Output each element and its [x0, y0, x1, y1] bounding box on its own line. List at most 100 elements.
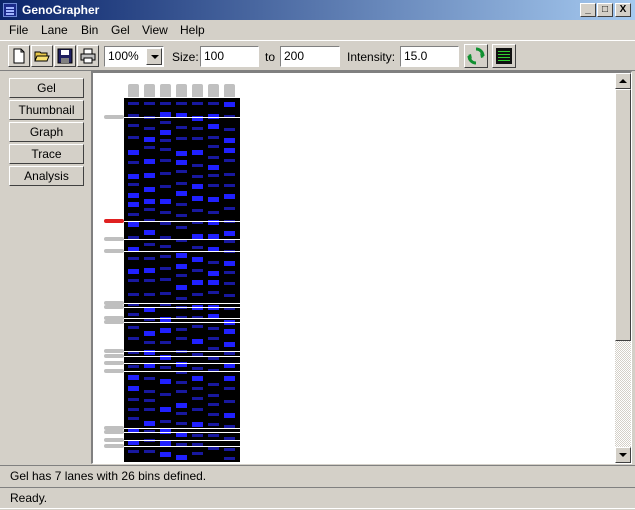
gel-band: [160, 341, 171, 344]
bin-line[interactable]: [124, 221, 240, 222]
vertical-scrollbar[interactable]: [615, 73, 631, 463]
size-label: Size:: [172, 50, 199, 64]
gel-band: [224, 240, 235, 243]
menu-help[interactable]: Help: [180, 23, 205, 37]
scroll-up-button[interactable]: [615, 73, 631, 89]
nav-thumbnail-button[interactable]: Thumbnail: [9, 100, 84, 120]
selected-bin-marker[interactable]: [104, 219, 124, 223]
menu-file[interactable]: File: [9, 23, 28, 37]
bin-line[interactable]: [124, 307, 240, 308]
bin-line[interactable]: [124, 239, 240, 240]
gel-band: [224, 400, 235, 403]
bin-line[interactable]: [124, 363, 240, 364]
lane-header[interactable]: [144, 84, 155, 97]
bin-marker[interactable]: [104, 369, 124, 373]
gel-band: [224, 342, 235, 347]
gel-band: [128, 417, 139, 420]
nav-gel-button[interactable]: Gel: [9, 78, 84, 98]
chevron-down-icon[interactable]: [146, 48, 162, 65]
bin-marker[interactable]: [104, 444, 124, 448]
gel-band: [160, 407, 171, 412]
bin-line[interactable]: [124, 303, 240, 304]
gel-band: [144, 257, 155, 260]
lane-header[interactable]: [224, 84, 235, 97]
bin-marker[interactable]: [104, 361, 124, 365]
gel-band: [208, 271, 219, 276]
scroll-down-button[interactable]: [615, 447, 631, 463]
bin-marker[interactable]: [104, 349, 124, 353]
gel-band: [224, 448, 235, 451]
intensity-input[interactable]: 15.0: [400, 46, 459, 67]
bin-marker[interactable]: [104, 354, 124, 358]
save-disk-icon: [57, 48, 73, 64]
gel-band: [160, 379, 171, 384]
bin-marker[interactable]: [104, 320, 124, 324]
gel-band: [224, 271, 235, 274]
maximize-button[interactable]: □: [597, 3, 613, 17]
menu-gel[interactable]: Gel: [111, 23, 130, 37]
refresh-button[interactable]: [464, 44, 488, 68]
zoom-select[interactable]: 100%: [104, 46, 164, 67]
gel-band: [192, 257, 203, 262]
open-button[interactable]: [31, 45, 53, 67]
gel-band: [192, 408, 203, 411]
gel-band: [208, 261, 219, 264]
gel-view-button[interactable]: [492, 44, 516, 68]
nav-graph-button[interactable]: Graph: [9, 122, 84, 142]
size-to-input[interactable]: 200: [280, 46, 340, 67]
lane-header[interactable]: [208, 84, 219, 97]
gel-band: [192, 293, 203, 296]
gel-band: [192, 376, 203, 381]
bin-line[interactable]: [124, 322, 240, 323]
bin-marker[interactable]: [104, 305, 124, 309]
bin-marker[interactable]: [104, 249, 124, 253]
zoom-value: 100%: [108, 49, 139, 63]
lane-header[interactable]: [192, 84, 203, 97]
save-button[interactable]: [54, 45, 76, 67]
lane-header[interactable]: [128, 84, 139, 97]
gel-image[interactable]: [124, 98, 240, 462]
print-button[interactable]: [77, 45, 99, 67]
gel-band: [160, 139, 171, 142]
gel-band: [128, 193, 139, 198]
minimize-button[interactable]: _: [580, 3, 596, 17]
menu-view[interactable]: View: [142, 23, 168, 37]
menu-bin[interactable]: Bin: [81, 23, 98, 37]
bin-line[interactable]: [124, 356, 240, 357]
size-from-input[interactable]: 100: [200, 46, 259, 67]
new-button[interactable]: [8, 45, 30, 67]
gel-band: [176, 403, 187, 408]
lane-header[interactable]: [160, 84, 171, 97]
nav-analysis-button[interactable]: Analysis: [9, 166, 84, 186]
bin-marker[interactable]: [104, 430, 124, 434]
menu-lane[interactable]: Lane: [41, 23, 68, 37]
gel-band: [176, 297, 187, 300]
nav-trace-button[interactable]: Trace: [9, 144, 84, 164]
bin-line[interactable]: [124, 251, 240, 252]
lane-header[interactable]: [176, 84, 187, 97]
bin-marker[interactable]: [104, 438, 124, 442]
gel-band: [160, 172, 171, 175]
gel-band: [224, 376, 235, 381]
gel-band: [160, 211, 171, 214]
bin-line[interactable]: [124, 371, 240, 372]
close-button[interactable]: X: [615, 3, 631, 17]
gel-band: [144, 450, 155, 453]
open-folder-icon: [34, 51, 50, 62]
bin-line[interactable]: [124, 432, 240, 433]
gel-band: [160, 420, 171, 423]
scroll-thumb[interactable]: [615, 89, 631, 341]
bin-line[interactable]: [124, 351, 240, 352]
bin-marker[interactable]: [104, 115, 124, 119]
bin-line[interactable]: [124, 318, 240, 319]
bin-line[interactable]: [124, 117, 240, 118]
print-icon: [80, 48, 96, 64]
gel-band: [160, 159, 171, 162]
bin-marker[interactable]: [104, 237, 124, 241]
bin-line[interactable]: [124, 446, 240, 447]
bin-line[interactable]: [124, 440, 240, 441]
gel-band: [160, 121, 171, 124]
bin-line[interactable]: [124, 428, 240, 429]
gel-band: [224, 413, 235, 418]
gel-band: [128, 313, 139, 316]
